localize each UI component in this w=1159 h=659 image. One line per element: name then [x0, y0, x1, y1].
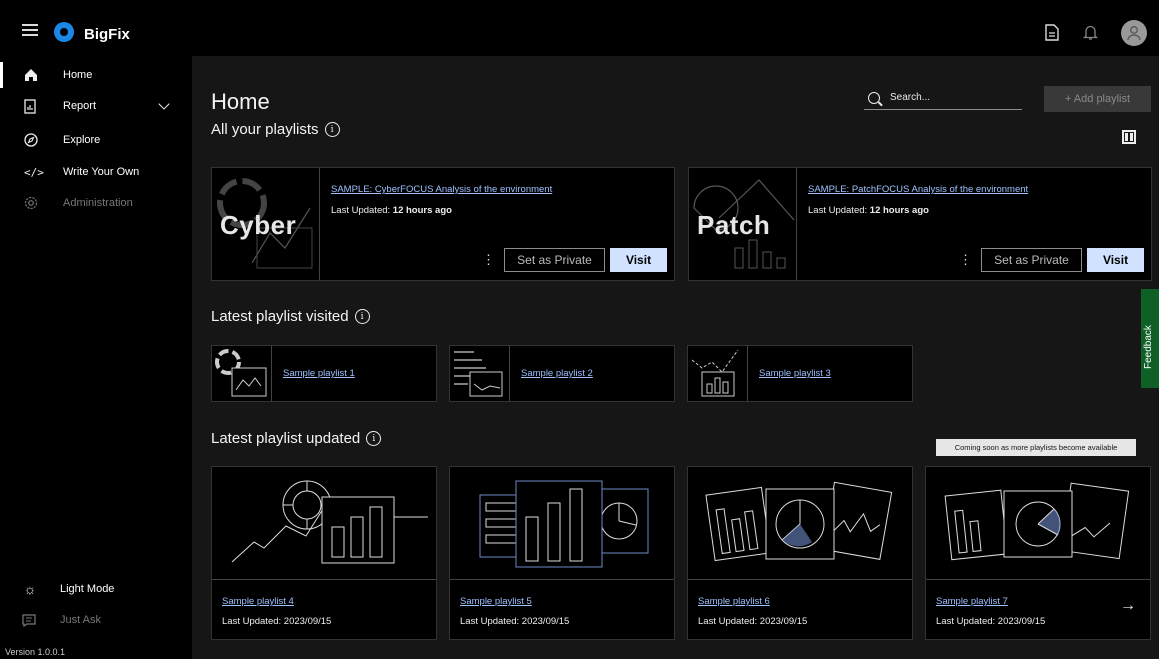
report-icon: [24, 98, 40, 114]
latest-updated-heading: Latest playlist updated i: [211, 430, 382, 447]
patch-thumbnail: Patch: [689, 168, 797, 280]
home-icon: [24, 68, 40, 82]
set-as-private-button[interactable]: Set as Private: [504, 248, 605, 272]
section-title-text: Latest playlist updated: [211, 430, 361, 447]
updated-playlist-card[interactable]: Sample playlist 5 Last Updated: 2023/09/…: [449, 466, 675, 640]
sidebar: Home Report Explore </> Write Your Own A…: [0, 56, 192, 659]
chevron-down-icon[interactable]: [158, 98, 170, 110]
playlist-link[interactable]: Sample playlist 5: [460, 596, 532, 607]
light-mode-label: Light Mode: [60, 583, 115, 595]
info-icon[interactable]: i: [324, 122, 340, 137]
visited-playlist-card[interactable]: Sample playlist 3: [687, 345, 913, 402]
sidebar-item-label: Write Your Own: [63, 166, 140, 178]
chat-icon: [22, 613, 38, 627]
gear-icon: [24, 196, 40, 210]
all-playlists-heading: All your playlists i: [211, 121, 340, 138]
top-bar-icons: [1045, 20, 1147, 46]
featured-playlist-link[interactable]: SAMPLE: PatchFOCUS Analysis of the envir…: [808, 184, 1028, 195]
set-as-private-button[interactable]: Set as Private: [981, 248, 1082, 272]
playlist-link[interactable]: Sample playlist 1: [283, 368, 355, 379]
playlist-link[interactable]: Sample playlist 7: [936, 596, 1008, 607]
info-icon[interactable]: i: [366, 431, 382, 446]
featured-playlist-card[interactable]: Cyber SAMPLE: CyberFOCUS Analysis of the…: [211, 167, 675, 281]
last-updated-text: Last Updated: 2023/09/15: [698, 616, 808, 627]
info-icon[interactable]: i: [354, 309, 370, 324]
code-icon: </>: [24, 165, 44, 179]
cyber-wordmark: Cyber: [220, 210, 297, 240]
brand-name: BigFix: [84, 26, 130, 43]
document-icon[interactable]: [1045, 24, 1061, 42]
sun-icon: ☼: [23, 581, 37, 597]
latest-visited-heading: Latest playlist visited i: [211, 308, 370, 325]
overflow-menu-icon[interactable]: ⋮: [482, 252, 495, 268]
last-updated-text: Last Updated: 12 hours ago: [331, 205, 452, 216]
donut-chart-thumbnail: [212, 346, 272, 401]
updated-playlist-card[interactable]: Sample playlist 6 Last Updated: 2023/09/…: [687, 466, 913, 640]
page-title: Home: [211, 89, 270, 114]
bell-icon[interactable]: [1083, 24, 1099, 42]
sidebar-item-explore[interactable]: Explore: [0, 127, 192, 153]
add-playlist-button[interactable]: + Add playlist: [1044, 86, 1151, 112]
just-ask-label: Just Ask: [60, 614, 101, 626]
sidebar-item-write-your-own[interactable]: </> Write Your Own: [0, 159, 192, 185]
visit-button[interactable]: Visit: [1087, 248, 1144, 272]
visit-button[interactable]: Visit: [610, 248, 667, 272]
overflow-menu-icon[interactable]: ⋮: [959, 252, 972, 268]
featured-playlist-link[interactable]: SAMPLE: CyberFOCUS Analysis of the envir…: [331, 184, 552, 195]
version-label: Version 1.0.0.1: [5, 647, 66, 657]
search-field[interactable]: [864, 86, 1022, 110]
search-input[interactable]: [890, 92, 1010, 103]
visited-playlist-card[interactable]: Sample playlist 1: [211, 345, 437, 402]
light-mode-toggle[interactable]: ☼ Light Mode: [0, 576, 192, 602]
main-content: Home + Add playlist All your playlists i…: [192, 56, 1159, 659]
dashboard-illustration: [688, 467, 912, 580]
last-updated-text: Last Updated: 2023/09/15: [222, 616, 332, 627]
playlist-link[interactable]: Sample playlist 2: [521, 368, 593, 379]
sidebar-item-label: Report: [63, 100, 97, 112]
search-icon: [868, 91, 880, 104]
hamburger-menu-icon[interactable]: [22, 24, 38, 36]
arrow-right-icon[interactable]: →: [1120, 597, 1136, 615]
feedback-tab[interactable]: Feedback: [1141, 289, 1159, 388]
visited-playlist-card[interactable]: Sample playlist 2: [449, 345, 675, 402]
updated-playlist-card[interactable]: Sample playlist 4 Last Updated: 2023/09/…: [211, 466, 437, 640]
grid-view-icon[interactable]: [1122, 130, 1136, 144]
last-updated-text: Last Updated: 2023/09/15: [936, 616, 1046, 627]
sidebar-item-label: Administration: [63, 197, 133, 209]
featured-playlist-card[interactable]: Patch SAMPLE: PatchFOCUS Analysis of the…: [688, 167, 1152, 281]
playlist-link[interactable]: Sample playlist 4: [222, 596, 294, 607]
section-title-text: Latest playlist visited: [211, 308, 349, 325]
section-title-text: All your playlists: [211, 121, 319, 138]
sidebar-item-report[interactable]: Report: [0, 93, 192, 119]
last-updated-text: Last Updated: 2023/09/15: [460, 616, 570, 627]
top-bar: BigFix: [0, 0, 1159, 56]
feedback-label: Feedback: [1143, 325, 1154, 369]
sidebar-item-label: Home: [63, 69, 93, 81]
compass-icon: [24, 133, 40, 147]
updated-playlist-card[interactable]: Sample playlist 7 Last Updated: 2023/09/…: [925, 466, 1151, 640]
sidebar-item-administration[interactable]: Administration: [0, 190, 192, 216]
sidebar-item-home[interactable]: Home: [0, 62, 192, 88]
coming-soon-tooltip: Coming soon as more playlists become ava…: [936, 439, 1136, 456]
playlist-link[interactable]: Sample playlist 6: [698, 596, 770, 607]
bigfix-logo-icon: [54, 22, 74, 42]
analytics-illustration: [212, 467, 436, 580]
playlist-link[interactable]: Sample playlist 3: [759, 368, 831, 379]
just-ask-button[interactable]: Just Ask: [0, 607, 192, 633]
cyber-thumbnail: Cyber: [212, 168, 320, 280]
user-avatar-icon[interactable]: [1121, 20, 1147, 46]
patch-wordmark: Patch: [697, 210, 771, 240]
list-chart-thumbnail: [450, 346, 510, 401]
last-updated-text: Last Updated: 12 hours ago: [808, 205, 929, 216]
report-illustration: [450, 467, 674, 580]
bar-chart-thumbnail: [688, 346, 748, 401]
sidebar-item-label: Explore: [63, 134, 101, 146]
dashboard-illustration: [926, 467, 1150, 580]
